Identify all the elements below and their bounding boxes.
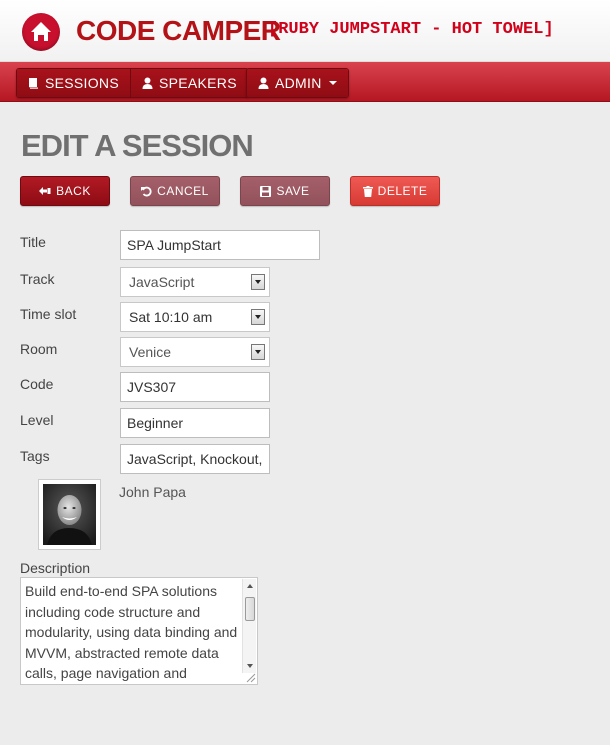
nav-button-group: SESSIONS SPEAKERS: [16, 68, 249, 98]
code-label: Code: [20, 376, 54, 392]
description-text: Build end-to-end SPA solutions including…: [25, 583, 238, 681]
track-label: Track: [20, 271, 55, 287]
chevron-down-icon: [251, 274, 265, 290]
floppy-disk-icon: [260, 185, 272, 197]
back-icon: [39, 187, 51, 195]
trash-icon: [362, 185, 373, 197]
track-value: JavaScript: [129, 274, 195, 290]
timeslot-value: Sat 10:10 am: [129, 309, 213, 325]
track-select[interactable]: JavaScript: [120, 267, 270, 297]
description-scrollbar[interactable]: [242, 579, 256, 673]
chevron-down-icon: [328, 81, 337, 85]
save-label: SAVE: [276, 184, 310, 198]
tags-label: Tags: [20, 448, 50, 464]
scroll-thumb[interactable]: [245, 597, 255, 621]
tags-input[interactable]: JavaScript, Knockout,: [120, 444, 270, 474]
nav-speakers-button[interactable]: SPEAKERS: [129, 69, 248, 97]
nav-admin-label: ADMIN: [275, 75, 322, 91]
level-label: Level: [20, 412, 54, 428]
cancel-button[interactable]: CANCEL: [130, 176, 220, 206]
admin-button-group: ADMIN: [246, 68, 349, 98]
undo-icon: [141, 186, 152, 196]
user-icon: [142, 77, 153, 89]
description-textarea[interactable]: Build end-to-end SPA solutions including…: [20, 577, 258, 685]
nav-speakers-label: SPEAKERS: [158, 75, 237, 91]
nav-admin-dropdown[interactable]: ADMIN: [247, 69, 348, 97]
room-select[interactable]: Venice: [120, 337, 270, 367]
delete-button[interactable]: DELETE: [350, 176, 440, 206]
code-input[interactable]: JVS307: [120, 372, 270, 402]
page-title: EDIT A SESSION: [21, 128, 254, 163]
app-header: CODE CAMPER [RUBY JUMPSTART - HOT TOWEL]: [0, 0, 610, 62]
timeslot-label: Time slot: [20, 306, 77, 322]
delete-label: DELETE: [377, 184, 428, 198]
nav-sessions-label: SESSIONS: [45, 75, 119, 91]
book-icon: [29, 78, 38, 89]
resize-grip-icon[interactable]: [244, 671, 256, 683]
scroll-up-icon[interactable]: [247, 584, 253, 588]
back-button[interactable]: BACK: [20, 176, 110, 206]
speaker-name: John Papa: [119, 484, 186, 500]
speaker-avatar[interactable]: [38, 479, 101, 550]
room-value: Venice: [129, 344, 172, 360]
save-button[interactable]: SAVE: [240, 176, 330, 206]
back-label: BACK: [56, 184, 91, 198]
title-label: Title: [20, 234, 46, 250]
chevron-down-icon: [251, 309, 265, 325]
chevron-down-icon: [251, 344, 265, 360]
timeslot-select[interactable]: Sat 10:10 am: [120, 302, 270, 332]
level-input[interactable]: Beginner: [120, 408, 270, 438]
nav-sessions-button[interactable]: SESSIONS: [17, 69, 130, 97]
description-label: Description: [20, 560, 91, 576]
room-label: Room: [20, 341, 58, 357]
title-input[interactable]: SPA JumpStart: [120, 230, 320, 260]
brand-title[interactable]: CODE CAMPER: [76, 15, 281, 47]
main-navbar: SESSIONS SPEAKERS ADMIN: [0, 62, 610, 102]
cancel-label: CANCEL: [157, 184, 209, 198]
home-icon[interactable]: [22, 13, 60, 51]
scroll-down-icon[interactable]: [247, 664, 253, 668]
user-icon: [258, 77, 269, 89]
brand-tagline: [RUBY JUMPSTART - HOT TOWEL]: [268, 20, 554, 39]
